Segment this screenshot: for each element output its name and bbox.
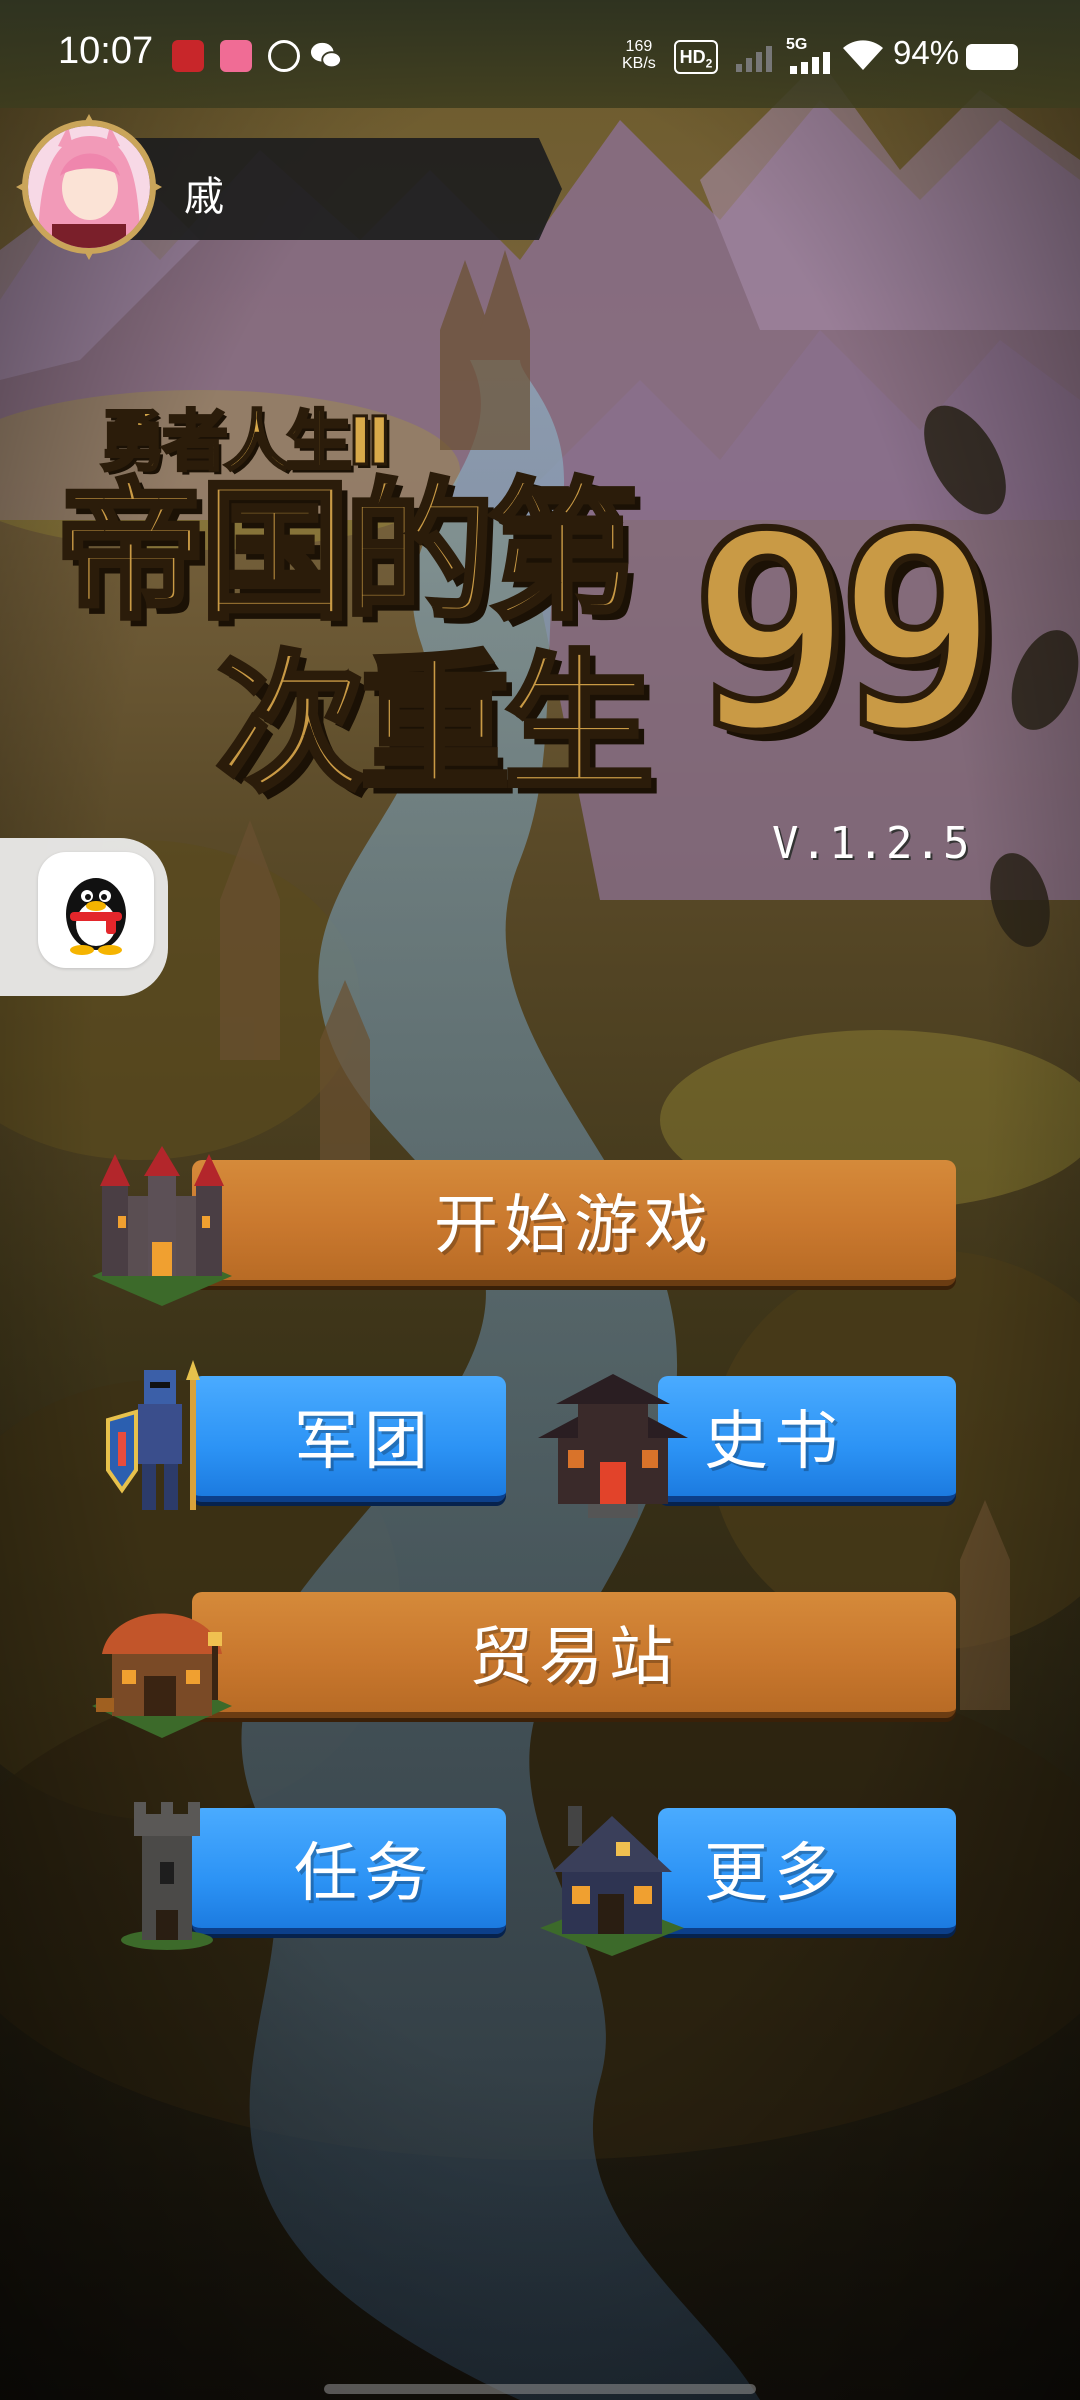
cottage-icon	[540, 1806, 684, 1956]
wifi-icon	[843, 40, 883, 70]
battery-icon	[966, 44, 1018, 70]
net-speed: 169 KB/s	[622, 38, 656, 72]
history-button[interactable]: 史书	[658, 1376, 956, 1502]
status-time: 10:07	[58, 30, 154, 72]
start-game-button[interactable]: 开始游戏	[192, 1160, 956, 1286]
legion-button[interactable]: 军团	[192, 1376, 506, 1502]
game-title-line2: 次重生	[213, 638, 656, 812]
signal-strong-icon	[790, 52, 830, 74]
battery-percent: 94%	[893, 34, 960, 71]
legion-label: 军团	[294, 1405, 434, 1479]
anime-girl-avatar-icon	[28, 126, 150, 248]
app-red-icon	[172, 40, 204, 72]
trading-station-button[interactable]: 贸易站	[192, 1592, 956, 1718]
market-house-icon	[92, 1613, 232, 1738]
more-label: 更多	[704, 1837, 844, 1911]
home-indicator[interactable]	[324, 2384, 756, 2394]
game-title-number: 99	[686, 475, 1002, 790]
qq-button[interactable]	[38, 852, 154, 968]
tasks-label: 任务	[294, 1837, 434, 1911]
status-bar: 10:07 169 KB/s HD2 5G 94%	[0, 0, 1080, 108]
profile-banner[interactable]	[100, 138, 562, 240]
game-title-line1: 帝国的第	[53, 466, 640, 640]
signal-weak-icon	[736, 46, 772, 72]
trading-station-label: 贸易站	[469, 1621, 679, 1695]
tasks-button[interactable]: 任务	[192, 1808, 506, 1934]
castle-icon	[92, 1146, 232, 1306]
avatar[interactable]	[22, 120, 156, 254]
start-game-label: 开始游戏	[434, 1189, 714, 1263]
knight-icon	[106, 1360, 200, 1510]
watchtower-icon	[121, 1802, 213, 1950]
browser-icon	[268, 40, 300, 72]
qq-penguin-icon	[66, 878, 126, 955]
history-label: 史书	[704, 1405, 844, 1479]
more-button[interactable]: 更多	[658, 1808, 956, 1934]
profile-name: 戚	[184, 174, 224, 220]
version-label: V.1.2.5	[772, 818, 972, 869]
bilibili-icon	[220, 40, 252, 72]
hd-icon: HD2	[674, 40, 718, 74]
temple-icon	[538, 1374, 688, 1518]
wechat-icon	[310, 42, 342, 69]
